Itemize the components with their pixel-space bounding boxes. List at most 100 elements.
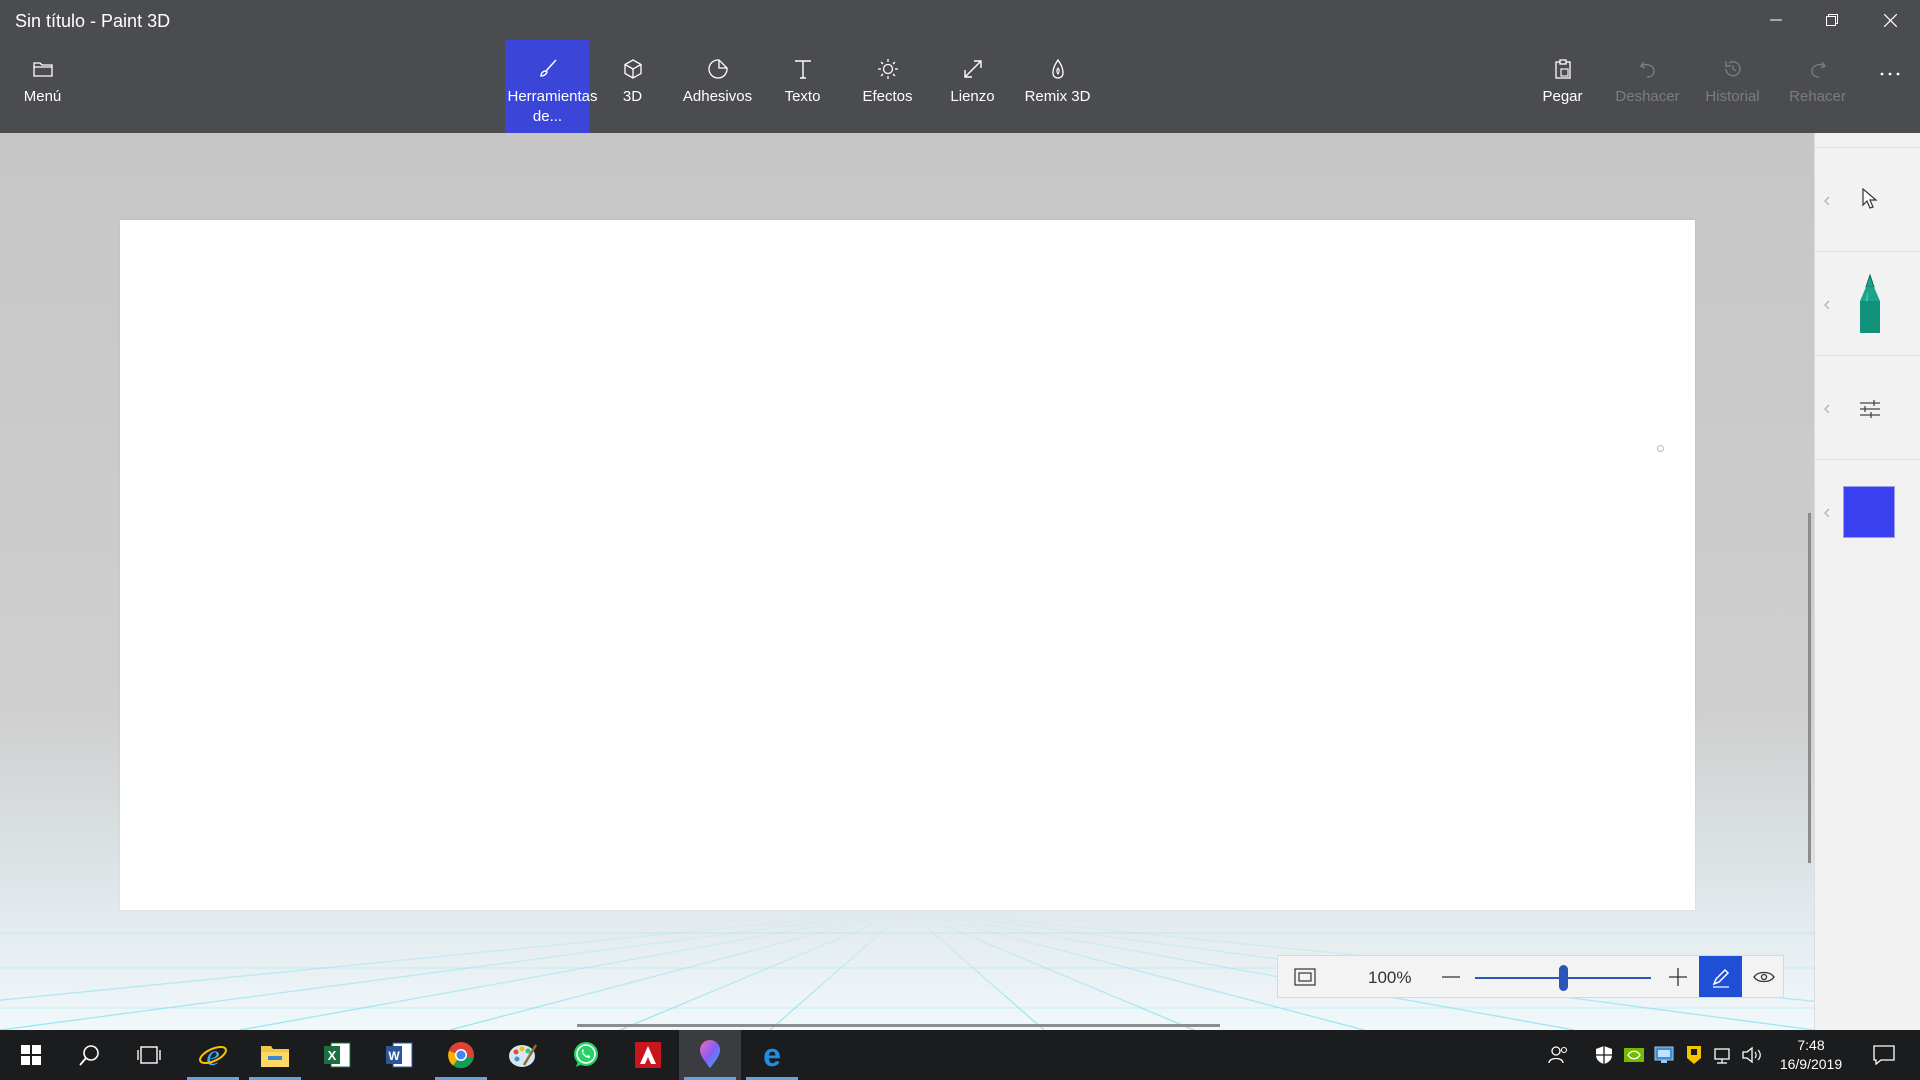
sticker-icon: [707, 59, 728, 79]
nvidia-tray[interactable]: [1623, 1044, 1645, 1066]
clock[interactable]: 7:48 16/9/2019: [1771, 1036, 1851, 1074]
history-button[interactable]: Historial: [1690, 40, 1775, 133]
eye-icon: [1752, 971, 1775, 982]
tab-label: Herramientas de...: [507, 88, 598, 125]
menu-label: Menú: [23, 88, 62, 105]
tab-stickers[interactable]: Adhesivos: [675, 40, 760, 133]
expand-arrow-icon: [1824, 196, 1830, 206]
task-view-button[interactable]: [118, 1030, 180, 1080]
redo-icon: [1810, 61, 1826, 78]
notifications-button[interactable]: [1869, 1044, 1899, 1066]
taskbar: e X W e 7:48 16/9/2019: [0, 1030, 1920, 1080]
marker-icon: [1860, 273, 1880, 333]
taskbar-paint[interactable]: [492, 1030, 554, 1080]
taskbar-internet-explorer[interactable]: e: [182, 1030, 244, 1080]
brush-selector[interactable]: [1815, 251, 1920, 356]
tool-selector[interactable]: [1815, 147, 1920, 252]
shield-icon: [1596, 1046, 1612, 1064]
volume-tray[interactable]: [1741, 1044, 1763, 1066]
zoom-slider-thumb[interactable]: [1558, 965, 1568, 991]
whatsapp-icon: [574, 1042, 598, 1067]
tab-text[interactable]: Texto: [760, 40, 845, 133]
file-explorer-icon: [261, 1046, 289, 1067]
menu-button[interactable]: Menú: [0, 40, 85, 133]
sliders-icon: [1860, 400, 1880, 418]
svg-text:X: X: [328, 1048, 337, 1063]
ribbon: Menú Herramientas de... 3D Adhesivos Tex…: [0, 40, 1920, 133]
more-options-button[interactable]: [1872, 60, 1908, 88]
restore-icon: [1826, 14, 1838, 26]
svg-text:e: e: [763, 1041, 781, 1069]
start-icon: [21, 1045, 41, 1065]
tab-brushes[interactable]: Herramientas de...: [505, 40, 598, 133]
network-icon: [1714, 1048, 1730, 1064]
zoom-value: 100%: [1368, 968, 1412, 987]
brush-settings[interactable]: [1815, 355, 1920, 460]
redo-button[interactable]: Rehacer: [1775, 40, 1860, 133]
undo-button[interactable]: Deshacer: [1605, 40, 1690, 133]
clock-date: 16/9/2019: [1779, 1056, 1843, 1072]
taskbar-edge[interactable]: e: [741, 1030, 803, 1080]
color-selector[interactable]: [1815, 459, 1920, 564]
taskbar-excel[interactable]: X: [306, 1030, 368, 1080]
taskbar-word[interactable]: W: [368, 1030, 430, 1080]
chrome-icon: [448, 1042, 474, 1069]
close-button[interactable]: [1862, 0, 1918, 40]
folder-icon: [32, 62, 53, 77]
taskbar-file-explorer[interactable]: [244, 1030, 306, 1080]
more-icon: [1880, 72, 1900, 76]
tab-3d[interactable]: 3D: [590, 40, 675, 133]
taskbar-paint-3d[interactable]: [679, 1030, 741, 1080]
network-tray[interactable]: [1712, 1044, 1734, 1066]
view-mode-button[interactable]: [1742, 956, 1785, 997]
network-adapter-tray[interactable]: [1653, 1044, 1675, 1066]
action-label: Rehacer: [1789, 88, 1846, 105]
fit-to-screen-button[interactable]: [1290, 965, 1320, 989]
brush-icon: [539, 59, 557, 77]
defender-tray[interactable]: [1593, 1044, 1615, 1066]
horizontal-scrollbar[interactable]: [577, 1024, 1220, 1027]
tab-canvas[interactable]: Lienzo: [930, 40, 1015, 133]
minimize-button[interactable]: [1748, 0, 1804, 40]
pen-mode-button[interactable]: [1699, 956, 1742, 997]
color-swatch[interactable]: [1844, 487, 1894, 537]
paste-button[interactable]: Pegar: [1520, 40, 1605, 133]
tab-effects[interactable]: Efectos: [845, 40, 930, 133]
drawing-canvas[interactable]: [120, 220, 1695, 910]
search-button[interactable]: [59, 1030, 121, 1080]
tab-label: Adhesivos: [682, 88, 753, 105]
history-icon: [1724, 61, 1741, 77]
tab-remix-3d[interactable]: Remix 3D: [1015, 40, 1100, 133]
nvidia-icon: [1624, 1048, 1644, 1062]
zoom-out-button[interactable]: [1436, 965, 1466, 989]
tab-label: Remix 3D: [1024, 88, 1091, 105]
zoom-in-button[interactable]: [1663, 965, 1693, 989]
taskbar-whatsapp[interactable]: [555, 1030, 617, 1080]
restore-button[interactable]: [1804, 0, 1860, 40]
excel-icon: X: [324, 1042, 351, 1068]
taskbar-acrobat[interactable]: [617, 1030, 679, 1080]
task-view-icon: [137, 1046, 161, 1064]
action-label: Historial: [1705, 88, 1760, 105]
notification-icon: [1873, 1045, 1895, 1065]
cursor-icon: [1862, 188, 1878, 209]
pen-icon: [1712, 968, 1729, 988]
tab-label: Lienzo: [950, 88, 995, 105]
vertical-scrollbar[interactable]: [1808, 513, 1811, 863]
internet-explorer-icon: e: [199, 1040, 227, 1070]
tab-label: Texto: [784, 88, 821, 105]
taskbar-chrome[interactable]: [430, 1030, 492, 1080]
start-button[interactable]: [0, 1030, 62, 1080]
clipboard-icon: [1554, 59, 1571, 79]
undo-icon: [1639, 61, 1655, 78]
edge-icon: e: [763, 1041, 781, 1069]
acrobat-icon: [635, 1042, 661, 1068]
tab-label: Efectos: [862, 88, 913, 105]
paint-palette-icon: [509, 1044, 538, 1067]
people-button[interactable]: [1547, 1044, 1569, 1066]
sun-icon: [877, 59, 898, 79]
action-label: Pegar: [1542, 88, 1583, 105]
paint-3d-icon: [700, 1040, 720, 1068]
badge-icon: [1687, 1046, 1701, 1064]
security-tray[interactable]: [1683, 1044, 1705, 1066]
